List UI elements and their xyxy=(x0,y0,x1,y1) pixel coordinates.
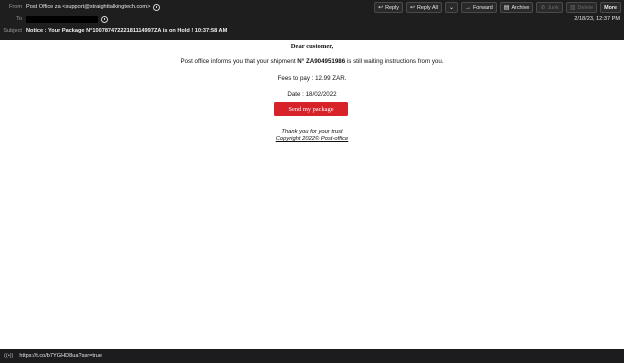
from-label: From xyxy=(8,4,22,10)
more-button[interactable]: More xyxy=(600,2,621,13)
chevron-down-icon: ⌄ xyxy=(448,4,454,11)
message-toolbar: ↩ Reply ↩ Reply All ⌄ → Forward ▤ Archiv… xyxy=(374,2,621,13)
from-row: From Post Office za <support@straighttal… xyxy=(0,2,161,12)
to-label: To xyxy=(16,16,22,22)
redacted-recipient xyxy=(26,15,98,23)
from-address[interactable]: Post Office za <support@straighttalkingt… xyxy=(26,4,150,10)
network-icon: ((•)) xyxy=(4,353,14,359)
subject-label: Subject xyxy=(3,28,22,34)
message-header: From Post Office za <support@straighttal… xyxy=(0,0,624,40)
message-date: 2/18/23, 12:37 PM xyxy=(574,16,620,22)
shipment-notice: Post office informs you that your shipme… xyxy=(0,58,624,65)
junk-label: Junk xyxy=(547,4,559,11)
status-bar: ((•)) https://t.co/b7YGHD8ua?ssr=true xyxy=(0,349,624,363)
greeting: Dear customer, xyxy=(290,43,334,50)
reply-all-icon: ↩ xyxy=(409,4,415,11)
fees-line: Fees to pay : 12.99 ZAR. xyxy=(277,75,347,82)
copyright-link[interactable]: Copyright 2022© Post-office xyxy=(0,136,624,142)
reply-button[interactable]: ↩ Reply xyxy=(374,2,403,13)
reply-icon: ↩ xyxy=(378,4,384,11)
reply-label: Reply xyxy=(385,4,399,11)
thanks-text: Thank you for your trust xyxy=(281,129,343,135)
reply-all-button[interactable]: ↩ Reply All xyxy=(405,2,442,13)
archive-icon: ▤ xyxy=(503,4,510,11)
reply-options-button[interactable]: ⌄ xyxy=(444,2,458,13)
notice-suffix: is still waiting instructions from you. xyxy=(345,58,444,65)
shipment-number: N° ZA904951986 xyxy=(297,58,346,65)
forward-icon: → xyxy=(464,4,471,11)
subject-text: Notice : Your Package N°1007874722218111… xyxy=(26,28,228,34)
send-my-package-button[interactable]: Send my package xyxy=(274,102,348,116)
archive-button[interactable]: ▤ Archive xyxy=(499,2,534,13)
info-icon[interactable] xyxy=(153,3,161,11)
more-label: More xyxy=(604,4,617,11)
forward-label: Forward xyxy=(472,4,493,11)
junk-icon: ⊘ xyxy=(540,4,546,11)
forward-button[interactable]: → Forward xyxy=(460,2,497,13)
hover-url: https://t.co/b7YGHD8ua?ssr=true xyxy=(19,353,102,359)
to-row: To xyxy=(0,14,108,24)
reply-all-label: Reply All xyxy=(416,4,438,11)
date-line: Date : 18/02/2022 xyxy=(287,91,337,98)
delete-label: Delete xyxy=(577,4,594,11)
notice-prefix: Post office informs you that your shipme… xyxy=(180,58,298,65)
junk-button[interactable]: ⊘ Junk xyxy=(536,2,563,13)
info-icon[interactable] xyxy=(101,15,108,23)
trash-icon: ▥ xyxy=(569,4,576,11)
archive-label: Archive xyxy=(511,4,530,11)
subject-row: Subject Notice : Your Package N°10078747… xyxy=(0,26,227,36)
message-body: Dear customer, Post office informs you t… xyxy=(0,40,624,349)
delete-button[interactable]: ▥ Delete xyxy=(565,2,598,13)
